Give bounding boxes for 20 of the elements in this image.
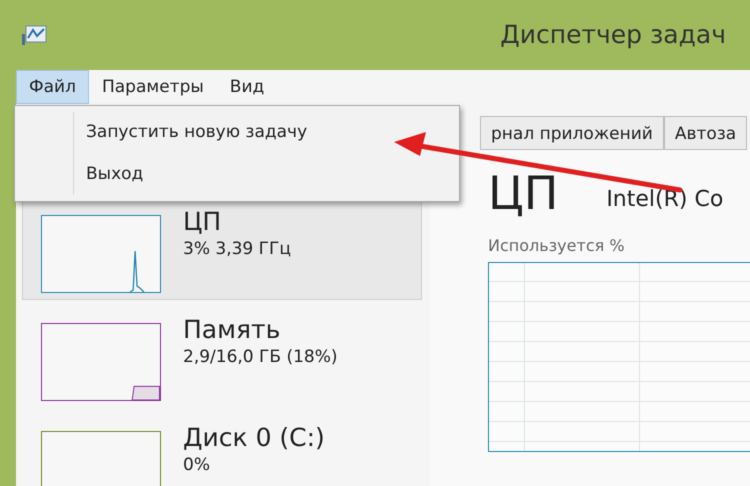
- window-title: Диспетчер задач: [500, 19, 726, 52]
- tab[interactable]: Автоза: [664, 116, 748, 150]
- resource-detail: 3% 3,39 ГГц: [183, 238, 291, 261]
- resource-detail: 2,9/16,0 ГБ (18%): [183, 346, 338, 369]
- resource-detail: 0%: [183, 454, 211, 477]
- resource-name: Память: [183, 315, 282, 345]
- chart-caption: Используется %: [488, 235, 626, 257]
- resource-name: ЦП: [183, 207, 222, 237]
- detail-title: ЦП: [488, 170, 558, 216]
- app-icon: [22, 24, 48, 46]
- menu-item[interactable]: Параметры: [88, 70, 217, 104]
- resource-item[interactable]: Диск 0 (C:) 0%: [22, 416, 422, 486]
- menu-option[interactable]: Запустить новую задачу: [86, 112, 308, 154]
- tab[interactable]: рнал приложений: [480, 116, 664, 150]
- menu-option[interactable]: Выход: [86, 154, 144, 195]
- processor-name: Intel(R) Co: [606, 186, 724, 214]
- resource-item[interactable]: Память 2,9/16,0 ГБ (18%): [22, 308, 422, 408]
- resource-name: Диск 0 (C:): [183, 423, 325, 453]
- menu-item[interactable]: Файл: [16, 70, 89, 104]
- menu-item[interactable]: Вид: [216, 70, 278, 104]
